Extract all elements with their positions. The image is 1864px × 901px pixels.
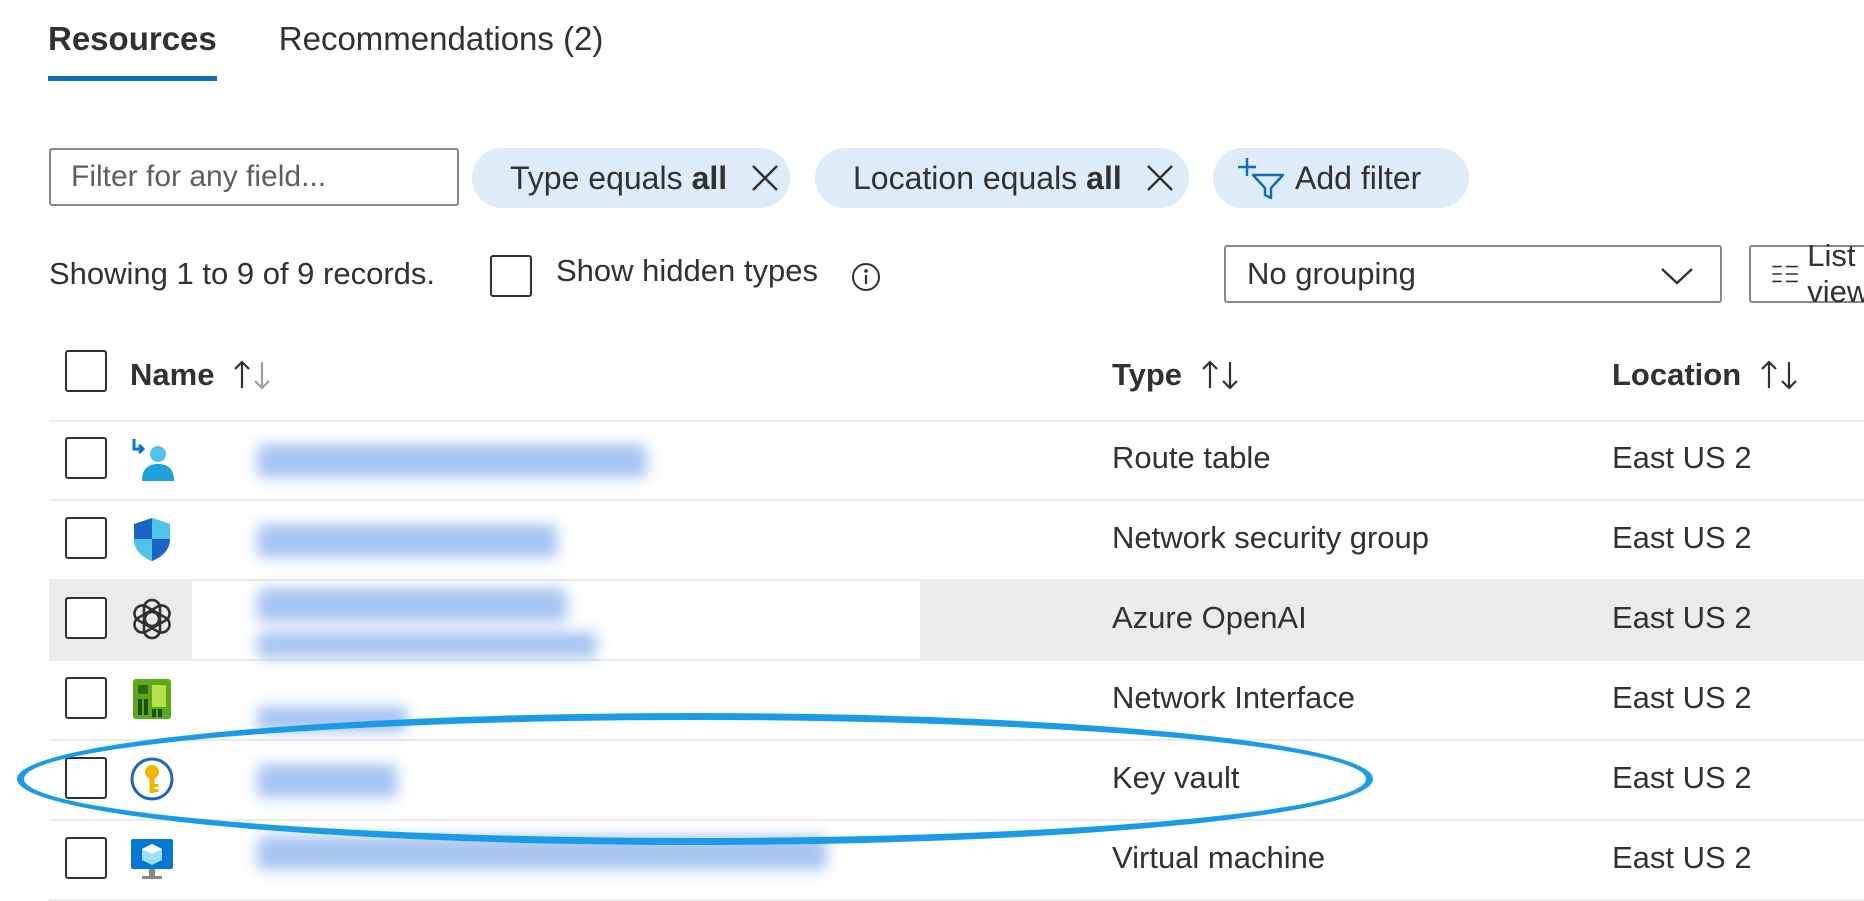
show-hidden-types-label: Show hidden types	[556, 253, 818, 288]
resource-location: East US 2	[1612, 760, 1752, 795]
row-checkbox[interactable]	[65, 437, 107, 479]
table-row[interactable]: Virtual machine East US 2	[49, 820, 1864, 901]
table-row[interactable]: Route table East US 2	[49, 420, 1864, 501]
column-header-type[interactable]: Type	[1112, 357, 1244, 393]
table-row[interactable]: Network security group East US 2	[49, 500, 1864, 581]
add-filter-icon	[1238, 158, 1285, 200]
column-header-location-label: Location	[1612, 357, 1742, 392]
list-view-icon	[1772, 265, 1798, 283]
view-selector[interactable]: List view	[1749, 238, 1864, 309]
select-all-checkbox[interactable]	[65, 350, 107, 392]
chevron-down-icon	[1661, 268, 1693, 285]
tab-resources[interactable]: Resources	[48, 14, 217, 81]
table-row[interactable]: Azure OpenAI East US 2	[49, 580, 1864, 661]
filter-input[interactable]	[49, 148, 459, 206]
network-security-group-icon	[134, 518, 170, 561]
records-count: Showing 1 to 9 of 9 records.	[49, 256, 436, 291]
resource-type: Network Interface	[1112, 680, 1355, 715]
grouping-selected: No grouping	[1247, 256, 1416, 291]
table-row[interactable]: Key vault East US 2	[49, 740, 1864, 821]
column-header-name[interactable]: Name	[130, 357, 276, 393]
table-row[interactable]: Network Interface East US 2	[49, 660, 1864, 741]
row-checkbox[interactable]	[65, 677, 107, 719]
key-vault-icon	[130, 757, 174, 801]
location-filter-pill[interactable]: Location equals all	[815, 148, 1189, 208]
sort-icon	[1761, 360, 1797, 390]
info-icon[interactable]	[850, 261, 882, 293]
resource-name-redacted	[257, 764, 397, 798]
resource-type: Route table	[1112, 440, 1271, 475]
location-filter-label: Location equals	[853, 159, 1078, 196]
resource-location: East US 2	[1612, 440, 1752, 475]
add-filter-label: Add filter	[1295, 159, 1422, 196]
route-table-icon	[132, 439, 174, 481]
resource-name-redacted	[257, 444, 647, 478]
resource-location: East US 2	[1612, 600, 1752, 635]
resource-location: East US 2	[1612, 520, 1752, 555]
tab-bar: Resources Recommendations (2)	[48, 14, 604, 81]
resource-name-redacted	[257, 836, 827, 870]
sort-icon	[1202, 360, 1238, 390]
show-hidden-types-checkbox[interactable]	[490, 255, 532, 297]
location-filter-value: all	[1086, 159, 1122, 196]
close-icon[interactable]	[749, 162, 781, 194]
type-filter-value: all	[691, 159, 728, 196]
column-header-type-label: Type	[1112, 357, 1183, 392]
virtual-machine-icon	[131, 839, 173, 879]
type-filter-label: Type equals	[510, 159, 683, 196]
resource-name-redacted	[257, 588, 567, 622]
row-checkbox[interactable]	[65, 597, 107, 639]
grouping-dropdown[interactable]: No grouping	[1224, 245, 1722, 303]
view-selector-label: List view	[1807, 238, 1864, 309]
table-header: Name Type Location	[49, 340, 1864, 422]
row-checkbox[interactable]	[65, 517, 107, 559]
close-icon[interactable]	[1144, 162, 1176, 194]
resource-type: Key vault	[1112, 760, 1240, 795]
resource-location: East US 2	[1612, 680, 1752, 715]
add-filter-button[interactable]: Add filter	[1213, 148, 1469, 208]
tab-recommendations[interactable]: Recommendations (2)	[279, 14, 604, 80]
network-interface-icon	[133, 679, 171, 719]
column-header-name-label: Name	[130, 357, 215, 392]
resource-type: Network security group	[1112, 520, 1430, 555]
resource-location: East US 2	[1612, 840, 1752, 875]
type-filter-pill[interactable]: Type equals all	[472, 148, 790, 208]
column-header-location[interactable]: Location	[1612, 357, 1803, 393]
resource-type: Azure OpenAI	[1112, 600, 1307, 635]
row-checkbox[interactable]	[65, 837, 107, 879]
resource-name-redacted	[257, 632, 597, 658]
row-checkbox[interactable]	[65, 757, 107, 799]
azure-openai-icon	[133, 598, 171, 640]
resource-type: Virtual machine	[1112, 840, 1326, 875]
resource-name-redacted	[257, 524, 557, 558]
resource-name-redacted	[257, 706, 407, 732]
sort-icon	[234, 360, 271, 390]
